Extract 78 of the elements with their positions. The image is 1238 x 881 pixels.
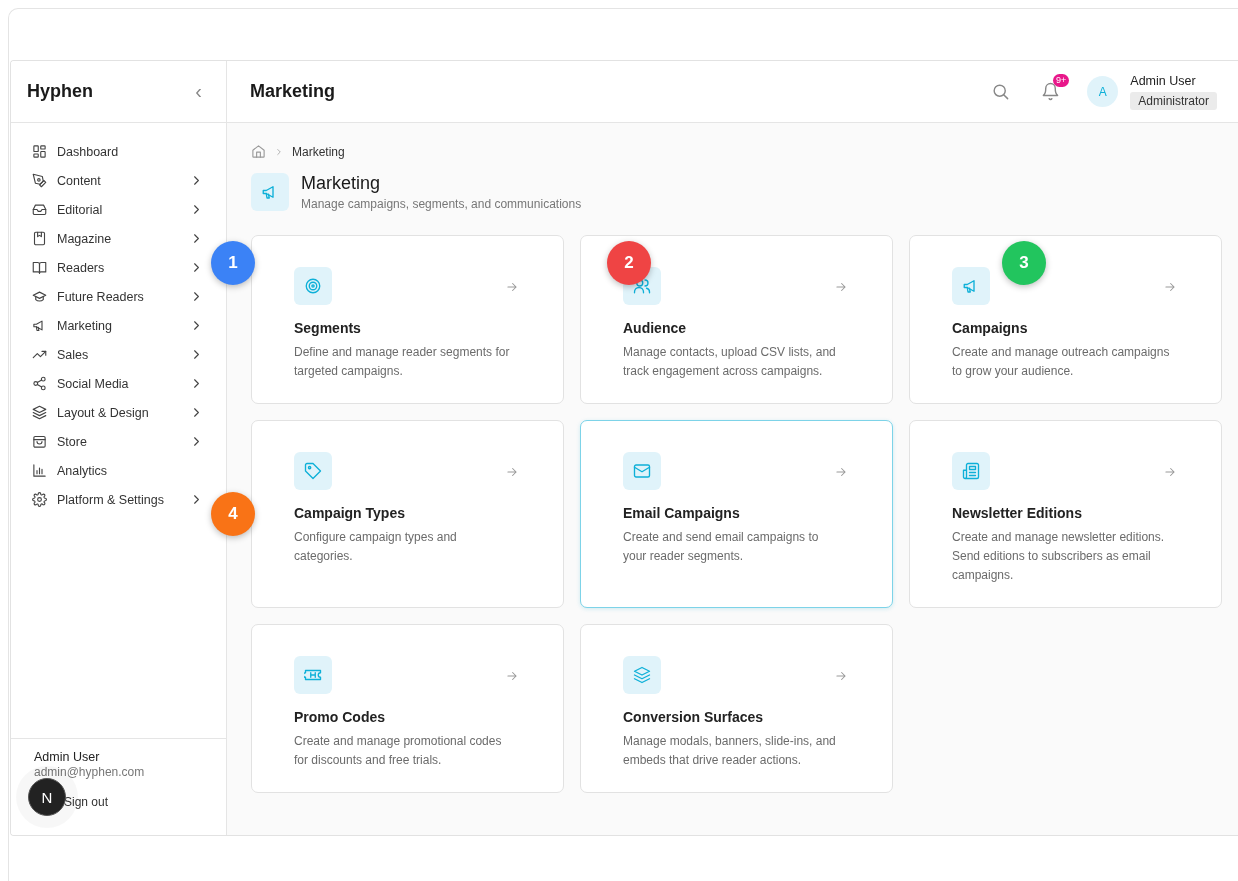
search-icon [991,82,1011,101]
graduation-cap-icon [32,289,47,304]
feature-card[interactable]: Campaign Types Configure campaign types and categories. [251,420,564,608]
mail-icon [633,462,651,480]
sidebar-item[interactable]: Dashboard [11,137,208,166]
card-description: Manage contacts, upload CSV lists, and track engagement across campaigns. [623,344,837,380]
card-title: Campaigns [952,320,1029,336]
bell-icon [1041,82,1061,101]
user-name: Admin User [1130,73,1197,88]
bag-icon [32,434,47,449]
user-email: admin@hyphen.com [34,765,146,779]
arrow-right-icon [505,465,519,479]
sidebar-item[interactable]: Marketing [11,311,208,340]
card-title: Campaign Types [294,505,406,521]
target-icon [304,277,322,295]
feature-card[interactable]: Newsletter Editions Create and manage newsletter editions. Send editions to subscribers as email campaigns. [909,420,1222,608]
arrow-right-icon [1163,465,1177,479]
settings-icon [32,492,47,507]
breadcrumb-item: Marketing [292,144,345,159]
page-title: Marketing [301,173,382,194]
sidebar-item[interactable]: Social Media [11,369,208,398]
sidebar-item[interactable]: Analytics [11,456,208,485]
card-description: Create and manage promotional codes for discounts and free trials. [294,733,503,769]
sidebar-item[interactable]: Future Readers [11,282,208,311]
card-description: Manage modals, banners, slide-ins, and embeds that drive reader actions. [623,733,837,769]
sign-out-button[interactable]: Sign out [64,795,109,809]
card-description: Define and manage reader segments for targeted campaigns. [294,344,511,380]
feature-card[interactable]: Segments Define and manage reader segments for targeted campaigns. [251,235,564,404]
collapse-button[interactable]: ‹ [195,80,202,103]
home-icon[interactable] [251,144,266,159]
bar-chart-icon [32,463,47,478]
sidebar-item[interactable]: Readers [11,253,208,282]
chevron-icon [274,146,284,157]
arrow-right-icon [834,465,848,479]
open-book-icon [32,260,47,275]
page-header-title: Marketing [250,81,337,102]
role-tag: Administrator [1130,91,1217,110]
sidebar-item[interactable]: Store [11,427,208,456]
sidebar-item[interactable]: Sales [11,340,208,369]
sidebar-item[interactable]: Editorial [11,195,208,224]
card-title: Newsletter Editions [952,505,1083,521]
card-title: Audience [623,320,687,336]
card-description: Create and manage outreach campaigns to grow your audience. [952,344,1171,380]
arrow-right-icon [834,669,848,683]
page-subtitle: Manage campaigns, segments, and communications [301,197,582,211]
search-button[interactable] [991,82,1011,101]
arrow-right-icon [1163,280,1177,294]
card-title: Conversion Surfaces [623,709,765,725]
notification-count: 9+ [1053,74,1070,87]
layers-icon [633,666,651,684]
sidebar-item[interactable]: Magazine [11,224,208,253]
book-icon [32,231,47,246]
notifications-button[interactable] [1041,82,1061,101]
brand-name: Hyphen [27,81,93,102]
feature-card[interactable]: Conversion Surfaces Manage modals, banners, slide-ins, and embeds that drive reader actions. [580,624,893,793]
user-name: Admin User [34,750,101,764]
feature-card[interactable]: Promo Codes Create and manage promotional codes for discounts and free trials. [251,624,564,793]
pen-icon [32,173,47,188]
card-title: Segments [294,320,362,336]
card-description: Create and send email campaigns to your reader segments. [623,529,820,565]
card-title: Promo Codes [294,709,386,725]
arrow-right-icon [834,280,848,294]
card-description: Configure campaign types and categories. [294,529,458,565]
layers-icon [32,405,47,420]
arrow-right-icon [505,280,519,294]
card-description: Create and manage newsletter editions. Send editions to subscribers as email campaigns. [952,529,1166,584]
grid-icon [32,144,47,159]
users-icon [633,277,651,295]
card-title: Email Campaigns [623,505,741,521]
arrow-right-icon [505,669,519,683]
share-icon [32,376,47,391]
sidebar-item[interactable]: Layout & Design [11,398,208,427]
sidebar-item[interactable]: Platform & Settings [11,485,208,514]
newspaper-icon [962,462,980,480]
tag-icon [304,462,322,480]
feature-card[interactable]: Email Campaigns Create and send email campaigns to your reader segments. [580,420,893,608]
sidebar-item[interactable]: Content [11,166,208,195]
inbox-icon [32,202,47,217]
